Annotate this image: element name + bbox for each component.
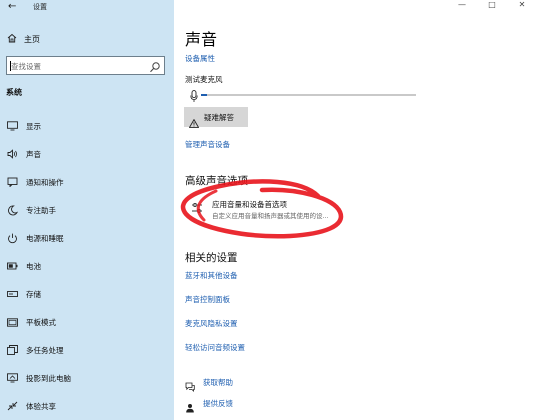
search-placeholder: 查找设置: [11, 62, 41, 71]
sidebar-item-shared-experiences[interactable]: 体验共享: [0, 392, 174, 420]
sidebar-item-label: 显示: [26, 121, 41, 131]
sidebar-item-battery[interactable]: 电池: [0, 252, 174, 280]
project-icon: [6, 372, 18, 384]
sidebar-item-label: 专注助手: [26, 205, 56, 215]
sidebar-item-label: 电源和睡眠: [26, 233, 64, 243]
sidebar-item-multitasking[interactable]: 多任务处理: [0, 336, 174, 364]
battery-icon: [6, 260, 18, 272]
advanced-sound-heading: 高级声音选项: [185, 175, 248, 187]
microphone-level-fill: [201, 94, 207, 96]
give-feedback-label: 提供反馈: [203, 398, 233, 408]
back-arrow-icon[interactable]: ←: [8, 1, 16, 13]
minimize-button[interactable]: —: [455, 0, 469, 12]
app-volume-icon: [190, 200, 204, 214]
home-nav-item[interactable]: 主页: [6, 32, 40, 46]
sidebar-item-tablet-mode[interactable]: 平板模式: [0, 308, 174, 336]
share-icon: [6, 400, 18, 412]
related-link-ease-of-access-audio[interactable]: 轻松访问音频设置: [185, 342, 245, 353]
related-link-sound-control-panel[interactable]: 声音控制面板: [185, 294, 230, 305]
sidebar-item-label: 平板模式: [26, 317, 56, 327]
sidebar-nav: 显示 声音 通知和操作 专注助手 电源和睡眠 电池 存储 平板模式 多任务处理 …: [0, 112, 174, 420]
get-help-label: 获取帮助: [203, 377, 233, 387]
sidebar-item-label: 声音: [26, 149, 41, 159]
window-title: 设置: [33, 3, 47, 11]
device-properties-link[interactable]: 设备属性: [185, 53, 215, 64]
sidebar-item-label: 通知和操作: [26, 177, 64, 187]
notification-icon: [6, 176, 18, 188]
app-volume-preferences-link[interactable]: 应用音量和设备首选项: [212, 199, 287, 210]
maximize-button[interactable]: □: [485, 0, 499, 12]
sidebar-item-project-to-pc[interactable]: 投影到此电脑: [0, 364, 174, 392]
warning-icon: [188, 113, 200, 128]
sidebar-item-label: 多任务处理: [26, 345, 64, 355]
sidebar-item-label: 电池: [26, 261, 41, 271]
search-icon[interactable]: [149, 59, 161, 73]
feedback-person-icon: [185, 398, 195, 413]
multitask-icon: [6, 344, 18, 356]
sidebar-item-focus-assist[interactable]: 专注助手: [0, 196, 174, 224]
monitor-icon: [6, 120, 18, 132]
microphone-level-meter: [201, 94, 416, 96]
page-title: 声音: [185, 30, 218, 49]
moon-icon: [6, 204, 18, 216]
troubleshoot-button[interactable]: 疑难解答: [184, 107, 248, 128]
search-input[interactable]: 查找设置: [6, 56, 165, 75]
close-button[interactable]: ✕: [515, 0, 529, 12]
sidebar-item-notifications[interactable]: 通知和操作: [0, 168, 174, 196]
tablet-icon: [6, 316, 18, 328]
main-content: — □ ✕ 声音 设备属性 测试麦克风 疑难解答 管理声音设备 高级声音选项 应…: [174, 0, 541, 420]
give-feedback-link[interactable]: 提供反馈: [185, 396, 233, 413]
related-settings-heading: 相关的设置: [185, 252, 238, 264]
related-link-bluetooth[interactable]: 蓝牙和其他设备: [185, 270, 238, 281]
troubleshoot-label: 疑难解答: [204, 112, 234, 122]
sidebar-item-label: 投影到此电脑: [26, 373, 71, 383]
manage-sound-devices-link[interactable]: 管理声音设备: [185, 139, 230, 150]
sidebar-item-display[interactable]: 显示: [0, 112, 174, 140]
sidebar-item-storage[interactable]: 存储: [0, 280, 174, 308]
power-icon: [6, 232, 18, 244]
app-volume-preferences-description: 自定义应用音量和扬声器或其使用的设...: [212, 212, 329, 220]
help-chat-icon: [185, 377, 195, 392]
get-help-link[interactable]: 获取帮助: [185, 375, 233, 392]
home-label: 主页: [24, 34, 40, 44]
microphone-icon: [190, 88, 198, 102]
storage-icon: [6, 288, 18, 300]
test-microphone-label: 测试麦克风: [185, 75, 223, 84]
section-heading-system: 系统: [6, 88, 22, 97]
home-icon: [6, 33, 18, 46]
speaker-icon: [6, 148, 18, 160]
related-link-mic-privacy[interactable]: 麦克风隐私设置: [185, 318, 238, 329]
sidebar-item-label: 体验共享: [26, 401, 56, 411]
sidebar: ← 设置 主页 查找设置 系统 显示 声音 通知和操作 专注助手 电源和睡眠 电…: [0, 0, 174, 420]
sidebar-item-power-sleep[interactable]: 电源和睡眠: [0, 224, 174, 252]
sidebar-item-sound[interactable]: 声音: [0, 140, 174, 168]
sidebar-item-label: 存储: [26, 289, 41, 299]
